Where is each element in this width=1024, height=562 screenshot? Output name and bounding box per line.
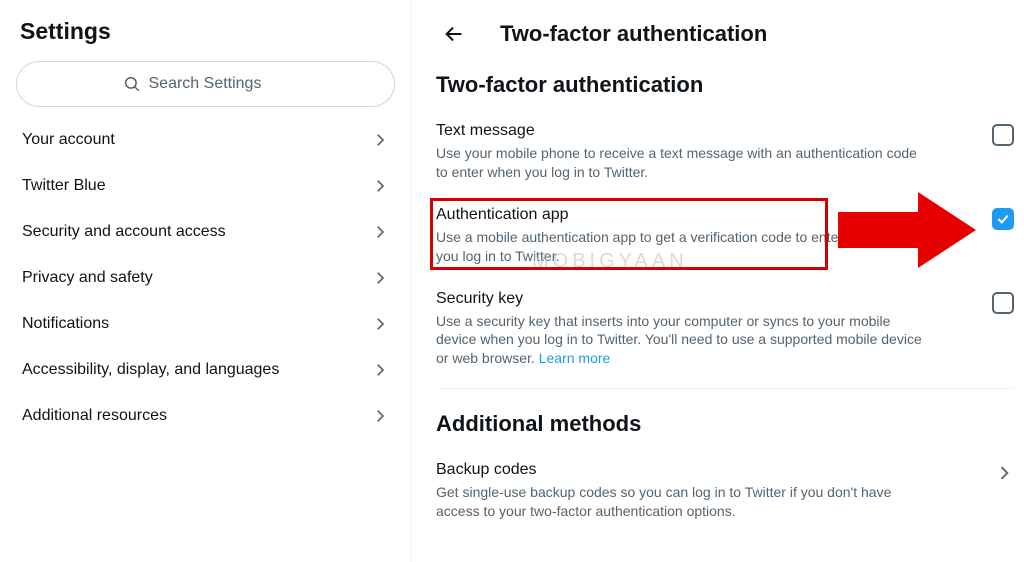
sidebar-item-label: Accessibility, display, and languages <box>22 361 279 379</box>
sidebar-item-label: Security and account access <box>22 223 226 241</box>
chevron-right-icon <box>371 315 389 333</box>
sidebar-item-notifications[interactable]: Notifications <box>8 301 403 347</box>
search-input[interactable] <box>149 75 289 93</box>
arrow-left-icon <box>443 23 465 45</box>
option-desc: Use a security key that inserts into you… <box>436 312 972 369</box>
option-backup-codes[interactable]: Backup codes Get single-use backup codes… <box>436 451 1014 535</box>
settings-sidebar: Settings Your account Twitter Blue Secur… <box>0 0 412 562</box>
chevron-right-icon <box>371 223 389 241</box>
option-desc-text: Use a security key that inserts into you… <box>436 313 922 367</box>
sidebar-item-label: Your account <box>22 131 115 149</box>
section-title-2fa: Two-factor authentication <box>436 66 1014 112</box>
chevron-right-icon <box>371 407 389 425</box>
option-label: Backup codes <box>436 461 974 483</box>
check-icon <box>996 212 1010 226</box>
option-label: Text message <box>436 122 972 144</box>
sidebar-item-label: Privacy and safety <box>22 269 153 287</box>
learn-more-link[interactable]: Learn more <box>539 350 611 366</box>
checkbox-authentication-app[interactable] <box>992 208 1014 230</box>
option-label: Security key <box>436 290 972 312</box>
main-panel: Two-factor authentication Two-factor aut… <box>412 0 1024 562</box>
sidebar-item-security[interactable]: Security and account access <box>8 209 403 255</box>
sidebar-item-twitter-blue[interactable]: Twitter Blue <box>8 163 403 209</box>
search-wrap <box>8 61 403 117</box>
checkbox-security-key[interactable] <box>992 292 1014 314</box>
option-text-message[interactable]: Text message Use your mobile phone to re… <box>436 112 1014 196</box>
chevron-right-icon <box>371 131 389 149</box>
option-desc: Get single-use backup codes so you can l… <box>436 483 974 521</box>
option-desc: Use a mobile authentication app to get a… <box>436 228 972 266</box>
chevron-right-icon <box>371 361 389 379</box>
sidebar-item-your-account[interactable]: Your account <box>8 117 403 163</box>
checkbox-text-message[interactable] <box>992 124 1014 146</box>
main-header: Two-factor authentication <box>436 8 1014 66</box>
page-title: Two-factor authentication <box>500 21 767 47</box>
section-title-additional: Additional methods <box>436 389 1014 451</box>
sidebar-item-label: Twitter Blue <box>22 177 106 195</box>
sidebar-item-additional-resources[interactable]: Additional resources <box>8 393 403 439</box>
option-security-key[interactable]: Security key Use a security key that ins… <box>436 280 1014 383</box>
option-authentication-app[interactable]: Authentication app Use a mobile authenti… <box>436 196 1014 280</box>
chevron-right-icon <box>371 269 389 287</box>
back-button[interactable] <box>436 16 472 52</box>
chevron-right-icon <box>994 463 1014 483</box>
sidebar-title: Settings <box>8 12 403 61</box>
sidebar-item-label: Notifications <box>22 315 109 333</box>
search-icon <box>123 75 141 93</box>
sidebar-item-privacy[interactable]: Privacy and safety <box>8 255 403 301</box>
search-settings[interactable] <box>16 61 395 107</box>
sidebar-item-accessibility[interactable]: Accessibility, display, and languages <box>8 347 403 393</box>
option-desc: Use your mobile phone to receive a text … <box>436 144 972 182</box>
chevron-right-icon <box>371 177 389 195</box>
option-label: Authentication app <box>436 206 972 228</box>
sidebar-item-label: Additional resources <box>22 407 167 425</box>
